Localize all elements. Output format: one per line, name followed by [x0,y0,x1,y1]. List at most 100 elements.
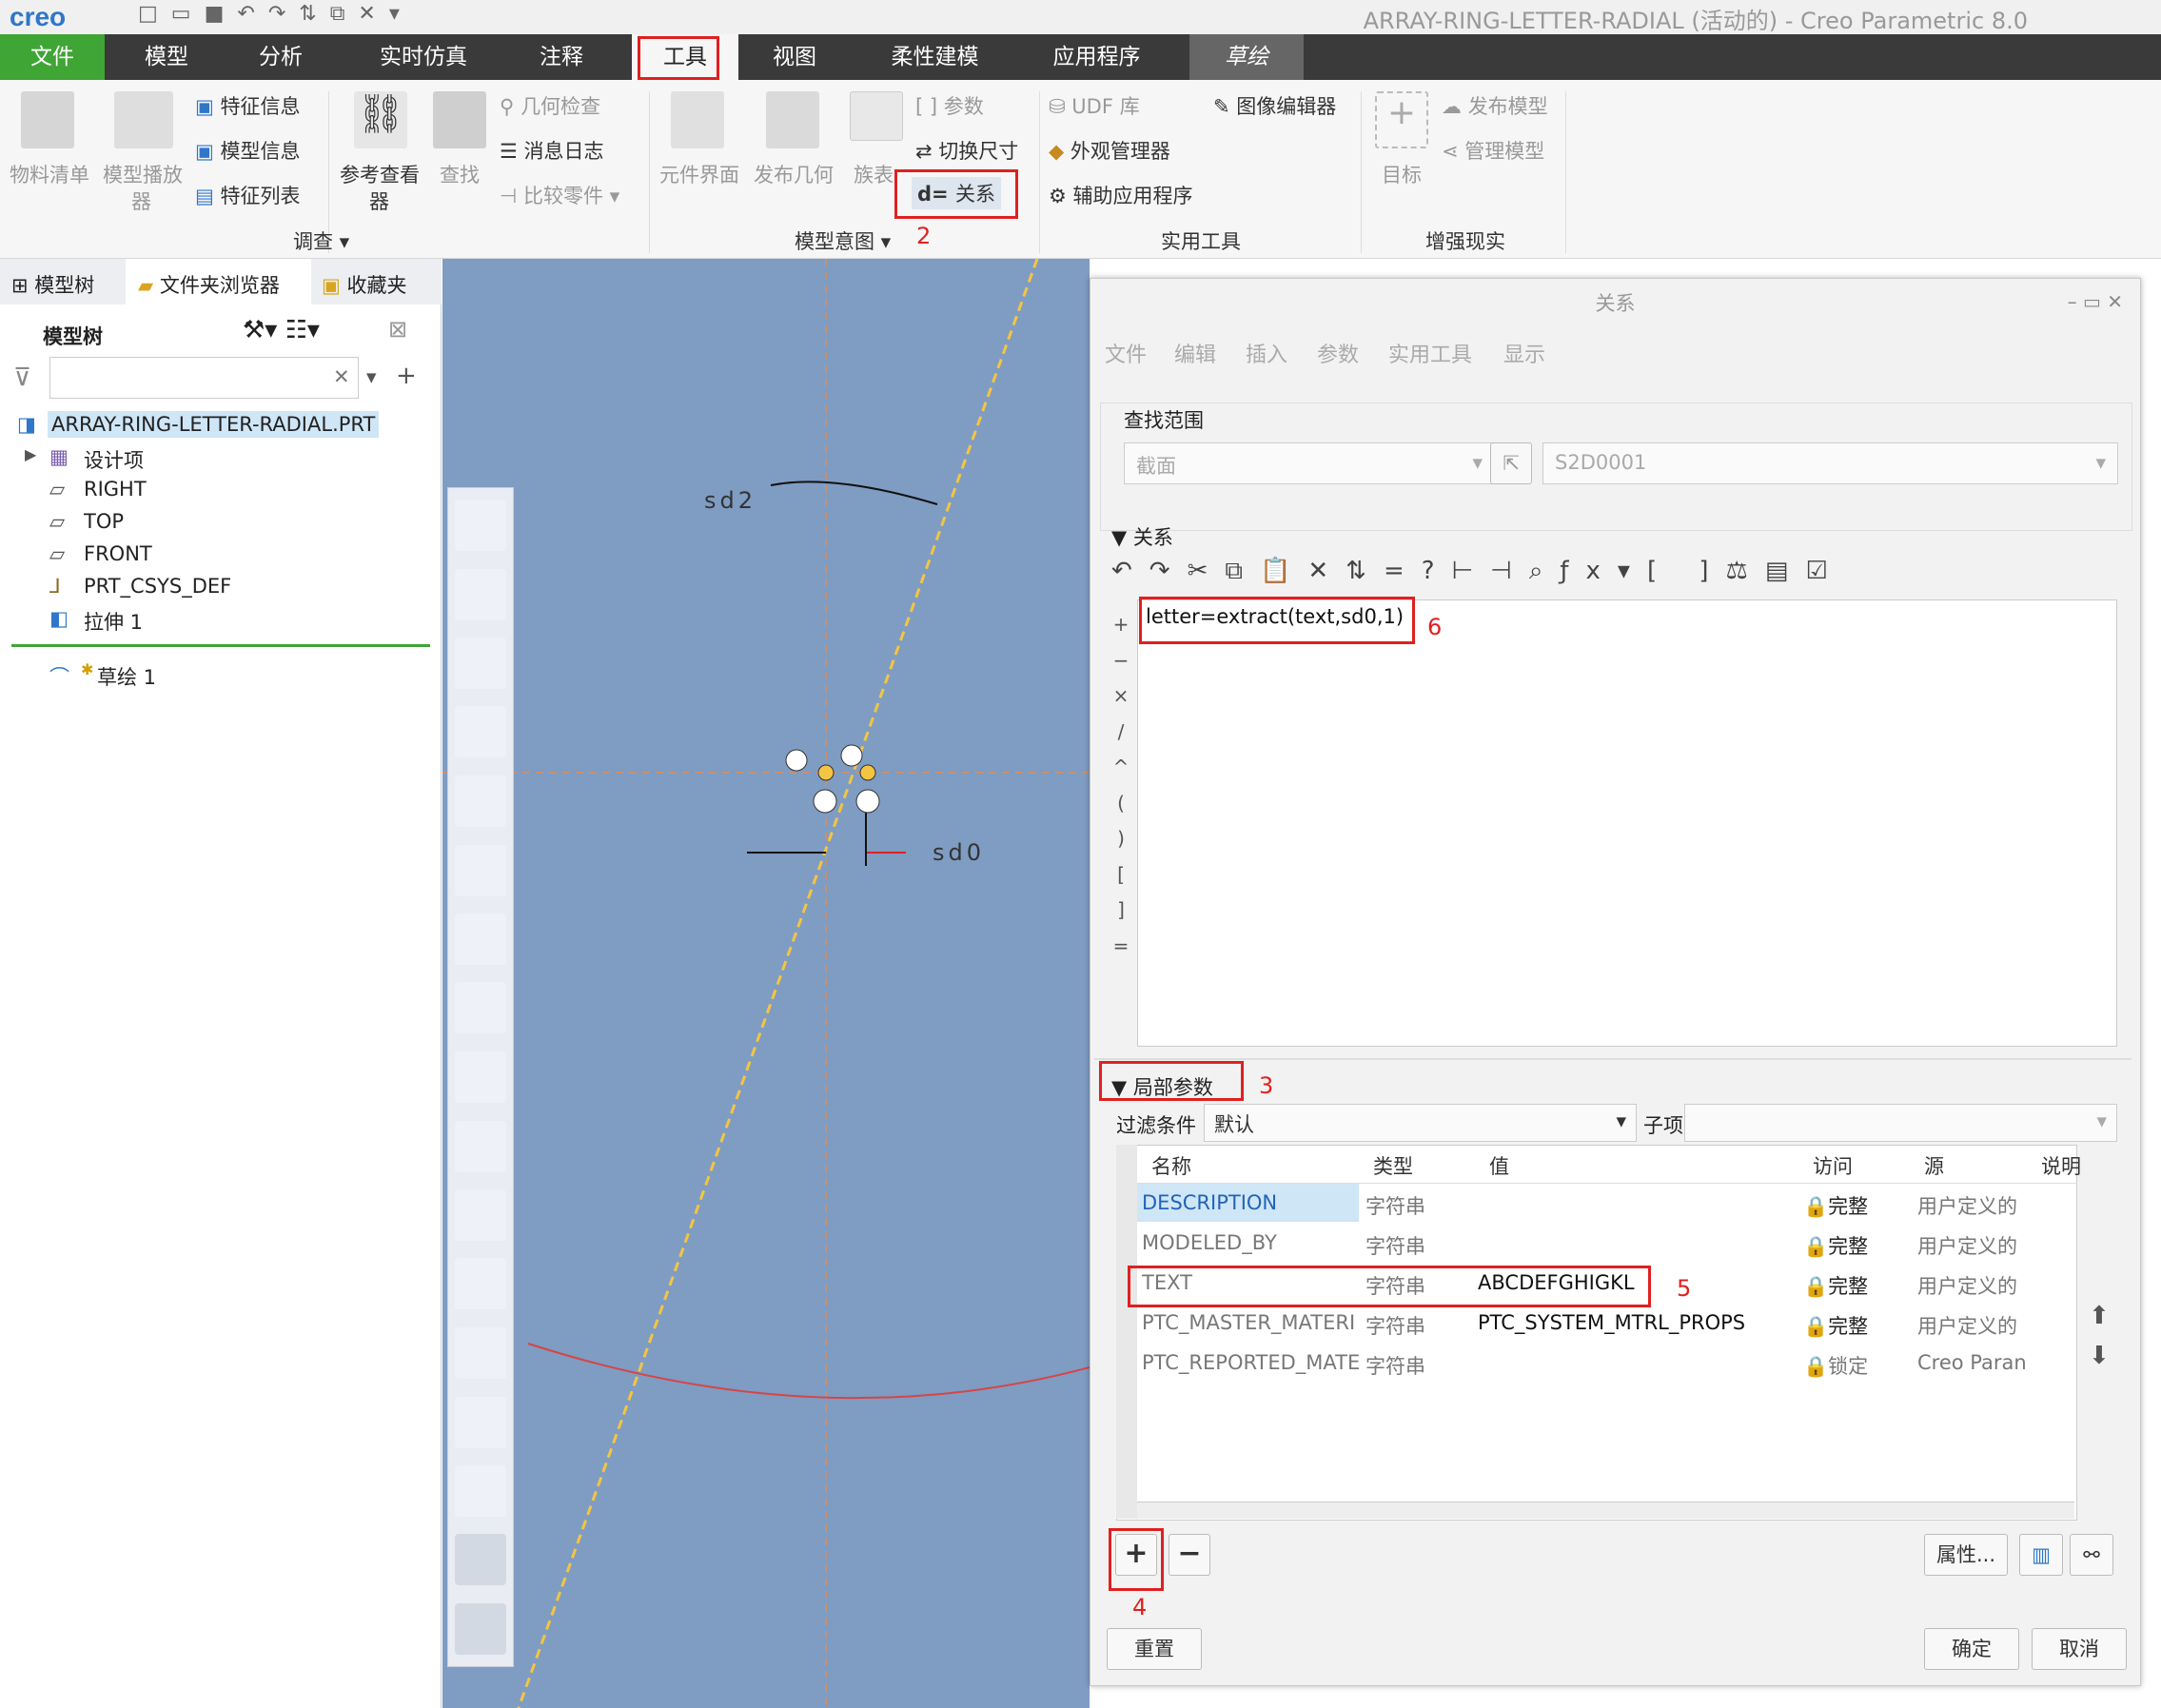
tab-model-tree[interactable]: ⊞ 模型树 [11,270,94,299]
dlg-menu-edit[interactable]: 编辑 [1174,338,1216,368]
delete-icon[interactable]: ✕ [1307,557,1346,585]
sketch-setup-icon[interactable] [455,500,506,551]
op-plus[interactable]: + [1111,607,1130,643]
col-description[interactable]: 说明 [2041,1151,2081,1180]
view-orient-icon[interactable] [455,569,506,620]
csys-display-icon[interactable] [455,1189,506,1241]
close-window-icon[interactable]: ✕ [358,2,375,26]
tree-search-input[interactable] [49,357,359,399]
plane-display-icon[interactable] [455,982,506,1033]
image-editor-button[interactable]: ✎ 图像编辑器 [1213,91,1336,120]
col-source[interactable]: 源 [1924,1151,1944,1180]
col-value[interactable]: 值 [1489,1151,1509,1180]
undo-icon[interactable]: ↶ [237,2,254,26]
tree-item-csys[interactable]: PRT_CSYS_DEF [84,575,231,598]
menu-view[interactable]: 视图 [752,34,837,80]
tree-item-part[interactable]: ARRAY-RING-LETTER-RADIAL.PRT [48,411,380,438]
filter-select[interactable]: 默认 ▾ [1204,1104,1637,1142]
redo-icon[interactable]: ↷ [268,2,285,26]
clear-search-icon[interactable]: ✕ [333,365,350,388]
datum-display-icon[interactable] [455,913,506,965]
publish-model-button[interactable]: ☁ 发布模型 [1442,91,1548,120]
open-icon[interactable]: ▭ [171,2,191,26]
group-investigate[interactable]: 调查 ▾ [293,226,349,255]
cancel-button[interactable]: 取消 [2032,1628,2127,1670]
col-name[interactable]: 名称 [1151,1151,1191,1180]
param-icon[interactable]: [ ] [1647,557,1726,585]
regenerate-icon[interactable]: ⇅ [299,2,316,26]
properties-button[interactable]: 属性... [1924,1534,2008,1576]
bom-icon[interactable] [21,91,74,148]
new-icon[interactable]: □ [138,2,158,26]
op-power[interactable]: ^ [1111,750,1130,786]
menu-sketch[interactable]: 草绘 [1189,34,1304,80]
constraint-display-icon[interactable] [455,1534,506,1585]
insert-indicator[interactable] [11,644,430,647]
appearance-manager-button[interactable]: ◆ 外观管理器 [1049,136,1170,165]
relations-editor[interactable]: letter=extract(text,sd0,1) [1137,599,2117,1047]
add-icon[interactable]: + [396,362,417,390]
display-style-icon[interactable] [455,638,506,689]
tree-item-front[interactable]: FRONT [84,542,152,565]
feature-info-button[interactable]: ▣ 特征信息 [195,91,301,120]
section-select[interactable]: S2D0001 ▾ [1542,442,2118,484]
measure-icon[interactable]: ⊢⊣ [1452,557,1529,585]
op-divide[interactable]: / [1111,715,1130,751]
ok-button[interactable]: 确定 [1924,1628,2019,1670]
sort-icon[interactable]: ▤ [1765,557,1806,585]
relations-section-header[interactable]: ▼ 关系 [1111,522,1173,551]
shading-icon[interactable] [455,1327,506,1379]
dlg-menu-insert[interactable]: 插入 [1246,338,1287,368]
zoom-icon[interactable]: ⌕ [1529,557,1561,585]
spin-center-icon[interactable] [455,1258,506,1309]
dimension-sd0[interactable]: sd0 [933,839,985,866]
menu-model[interactable]: 模型 [124,34,209,80]
op-equals[interactable]: = [1111,929,1130,965]
sketch-view-icon[interactable] [455,845,506,896]
group-model-intent[interactable]: 模型意图 ▾ [795,226,891,255]
op-multiply[interactable]: × [1111,678,1130,715]
windows-icon[interactable]: ⧉ [330,2,345,26]
tree-item-extrude[interactable]: 拉伸 1 [84,607,143,636]
dlg-menu-file[interactable]: 文件 [1105,338,1147,368]
compare-parts-button[interactable]: ⊣ 比较零件 ▾ [500,181,619,209]
dlg-menu-utilities[interactable]: 实用工具 [1388,338,1472,368]
saved-views-icon[interactable] [455,706,506,757]
table-columns-icon[interactable]: ▥ [2019,1534,2063,1576]
binoculars-icon[interactable]: ⚯ [2070,1534,2113,1576]
reference-viewer-icon[interactable]: ⛓ [354,91,407,148]
dlg-menu-display[interactable]: 显示 [1503,338,1545,368]
feature-list-button[interactable]: ▤ 特征列表 [195,181,301,209]
move-up-icon[interactable]: ⬆ [2089,1302,2110,1330]
reorient-icon[interactable] [455,775,506,827]
units-icon[interactable]: ⚖ [1726,557,1765,585]
menu-flexible-modeling[interactable]: 柔性建模 [871,34,999,80]
save-icon[interactable]: ■ [205,2,225,26]
op-brackets[interactable]: [ ] [1111,857,1130,929]
undo-icon[interactable]: ↶ [1111,557,1149,585]
remove-param-button[interactable]: − [1169,1534,1210,1576]
cut-icon[interactable]: ✂ [1188,557,1226,585]
evaluate-icon[interactable]: =? [1384,557,1452,585]
model-info-button[interactable]: ▣ 模型信息 [195,136,301,165]
reset-button[interactable]: 重置 [1107,1628,1202,1670]
tab-folder-browser[interactable]: ▰ 文件夹浏览器 [138,270,280,299]
copy-icon[interactable]: ⧉ [1225,557,1260,585]
switch-dimensions-button[interactable]: ⇄ 切换尺寸 [915,136,1018,165]
select-cursor-icon[interactable]: ⇱ [1490,442,1532,484]
geometry-check-button[interactable]: ⚲ 几何检查 [500,91,600,120]
family-table-icon[interactable] [850,91,903,141]
component-interface-icon[interactable] [671,91,724,148]
vertex-display-icon[interactable] [455,1603,506,1655]
horizontal-scrollbar[interactable] [1137,1502,2074,1519]
parameters-button[interactable]: [ ] 参数 [915,91,984,120]
redo-icon[interactable]: ↷ [1149,557,1188,585]
menu-annotate[interactable]: 注释 [519,34,604,80]
menu-applications[interactable]: 应用程序 [1028,34,1166,80]
menu-file[interactable]: 文件 [0,34,105,80]
point-display-icon[interactable] [455,1121,506,1172]
udf-library-button[interactable]: ⛁ UDF 库 [1049,91,1140,120]
tree-item-top[interactable]: TOP [84,510,124,533]
dimension-sd2[interactable]: sd2 [704,487,756,514]
model-player-icon[interactable] [114,91,173,148]
